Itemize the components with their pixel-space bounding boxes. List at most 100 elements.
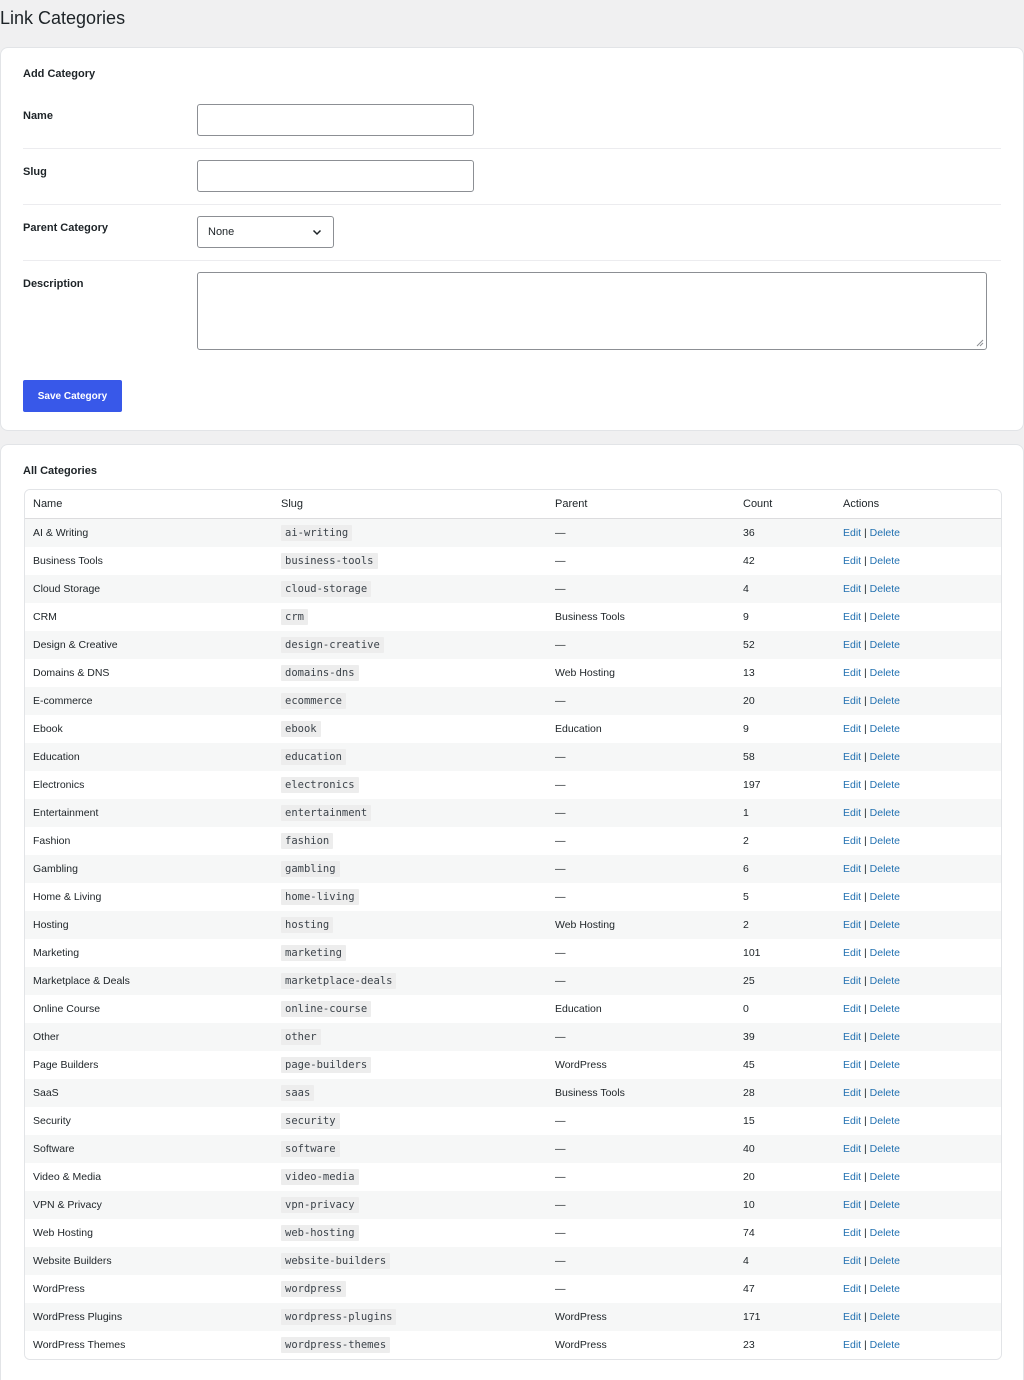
delete-link[interactable]: Delete: [870, 1143, 900, 1155]
category-count: 20: [743, 1171, 755, 1183]
category-count: 9: [743, 611, 749, 623]
edit-link[interactable]: Edit: [843, 1087, 861, 1099]
category-slug: cloud-storage: [281, 581, 372, 597]
parent-category-select[interactable]: None: [197, 216, 334, 248]
resize-grip-icon[interactable]: [976, 339, 984, 347]
edit-link[interactable]: Edit: [843, 1199, 861, 1211]
edit-link[interactable]: Edit: [843, 947, 861, 959]
category-count: 5: [743, 891, 749, 903]
edit-link[interactable]: Edit: [843, 583, 861, 595]
delete-link[interactable]: Delete: [870, 583, 900, 595]
category-count: 39: [743, 1031, 755, 1043]
category-parent: —: [555, 695, 566, 707]
category-slug-cell: security: [275, 1113, 555, 1129]
edit-link[interactable]: Edit: [843, 975, 861, 987]
edit-link[interactable]: Edit: [843, 639, 861, 651]
delete-link[interactable]: Delete: [870, 1171, 900, 1183]
delete-link[interactable]: Delete: [870, 1339, 900, 1351]
delete-link[interactable]: Delete: [870, 919, 900, 931]
delete-link[interactable]: Delete: [870, 807, 900, 819]
edit-link[interactable]: Edit: [843, 807, 861, 819]
delete-link[interactable]: Delete: [870, 723, 900, 735]
category-parent: WordPress: [555, 1311, 607, 1323]
category-count: 0: [743, 1003, 749, 1015]
column-header-count[interactable]: Count: [743, 498, 843, 510]
description-textarea[interactable]: [197, 272, 987, 350]
category-slug-cell: wordpress-plugins: [275, 1309, 555, 1325]
edit-link[interactable]: Edit: [843, 779, 861, 791]
category-name: Web Hosting: [33, 1227, 93, 1239]
category-slug: domains-dns: [281, 665, 359, 681]
delete-link[interactable]: Delete: [870, 1227, 900, 1239]
category-count: 15: [743, 1115, 755, 1127]
row-actions: Edit | Delete: [843, 583, 993, 595]
column-header-slug[interactable]: Slug: [275, 498, 555, 510]
delete-link[interactable]: Delete: [870, 751, 900, 763]
row-actions: Edit | Delete: [843, 1227, 993, 1239]
name-input[interactable]: [197, 104, 474, 136]
edit-link[interactable]: Edit: [843, 1003, 861, 1015]
edit-link[interactable]: Edit: [843, 1255, 861, 1267]
category-parent: —: [555, 1199, 566, 1211]
delete-link[interactable]: Delete: [870, 1003, 900, 1015]
form-divider: [23, 148, 1001, 149]
delete-link[interactable]: Delete: [870, 639, 900, 651]
delete-link[interactable]: Delete: [870, 527, 900, 539]
edit-link[interactable]: Edit: [843, 1171, 861, 1183]
edit-link[interactable]: Edit: [843, 1339, 861, 1351]
delete-link[interactable]: Delete: [870, 1255, 900, 1267]
edit-link[interactable]: Edit: [843, 667, 861, 679]
category-slug-cell: ebook: [275, 721, 555, 737]
row-actions: Edit | Delete: [843, 667, 993, 679]
category-slug-cell: fashion: [275, 833, 555, 849]
edit-link[interactable]: Edit: [843, 919, 861, 931]
row-actions: Edit | Delete: [843, 1087, 993, 1099]
delete-link[interactable]: Delete: [870, 695, 900, 707]
delete-link[interactable]: Delete: [870, 891, 900, 903]
category-slug: business-tools: [281, 553, 378, 569]
category-name: WordPress Themes: [33, 1339, 126, 1351]
edit-link[interactable]: Edit: [843, 611, 861, 623]
edit-link[interactable]: Edit: [843, 695, 861, 707]
edit-link[interactable]: Edit: [843, 751, 861, 763]
edit-link[interactable]: Edit: [843, 555, 861, 567]
edit-link[interactable]: Edit: [843, 863, 861, 875]
save-category-button[interactable]: Save Category: [23, 380, 122, 412]
category-parent: Business Tools: [555, 611, 625, 623]
delete-link[interactable]: Delete: [870, 1199, 900, 1211]
column-header-name[interactable]: Name: [25, 498, 275, 510]
edit-link[interactable]: Edit: [843, 1115, 861, 1127]
delete-link[interactable]: Delete: [870, 667, 900, 679]
delete-link[interactable]: Delete: [870, 1115, 900, 1127]
delete-link[interactable]: Delete: [870, 1311, 900, 1323]
delete-link[interactable]: Delete: [870, 1059, 900, 1071]
edit-link[interactable]: Edit: [843, 1311, 861, 1323]
delete-link[interactable]: Delete: [870, 779, 900, 791]
delete-link[interactable]: Delete: [870, 1283, 900, 1295]
delete-link[interactable]: Delete: [870, 835, 900, 847]
category-slug: video-media: [281, 1169, 359, 1185]
edit-link[interactable]: Edit: [843, 1031, 861, 1043]
edit-link[interactable]: Edit: [843, 723, 861, 735]
slug-input[interactable]: [197, 160, 474, 192]
description-label: Description: [23, 278, 84, 290]
delete-link[interactable]: Delete: [870, 863, 900, 875]
edit-link[interactable]: Edit: [843, 835, 861, 847]
edit-link[interactable]: Edit: [843, 1059, 861, 1071]
column-header-parent[interactable]: Parent: [555, 498, 743, 510]
delete-link[interactable]: Delete: [870, 611, 900, 623]
delete-link[interactable]: Delete: [870, 1087, 900, 1099]
delete-link[interactable]: Delete: [870, 1031, 900, 1043]
category-slug-cell: website-builders: [275, 1253, 555, 1269]
edit-link[interactable]: Edit: [843, 527, 861, 539]
delete-link[interactable]: Delete: [870, 555, 900, 567]
edit-link[interactable]: Edit: [843, 1143, 861, 1155]
delete-link[interactable]: Delete: [870, 975, 900, 987]
delete-link[interactable]: Delete: [870, 947, 900, 959]
edit-link[interactable]: Edit: [843, 891, 861, 903]
table-row: SaaS saas Business Tools 28 Edit | Delet…: [25, 1079, 1001, 1107]
category-name: E-commerce: [33, 695, 93, 707]
category-slug-cell: electronics: [275, 777, 555, 793]
edit-link[interactable]: Edit: [843, 1283, 861, 1295]
edit-link[interactable]: Edit: [843, 1227, 861, 1239]
